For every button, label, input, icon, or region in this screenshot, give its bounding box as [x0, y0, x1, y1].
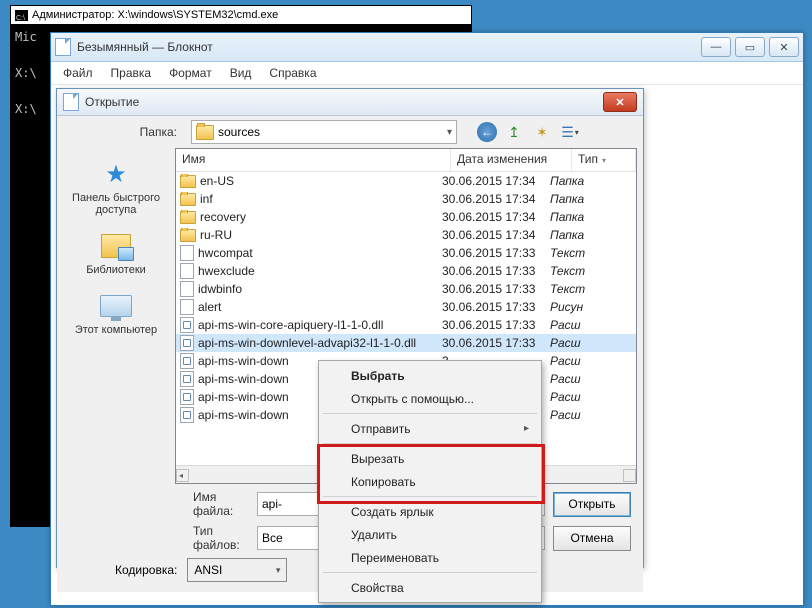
open-button[interactable]: Открыть — [553, 492, 631, 517]
notepad-menubar: Файл Правка Формат Вид Справка — [51, 62, 803, 85]
dialog-toolbar: Папка: sources ▾ ← ↥ ✶ ☰▾ — [57, 116, 643, 148]
file-row[interactable]: api-ms-win-core-apiquery-l1-1-0.dll30.06… — [176, 316, 636, 334]
ctx-send-to[interactable]: Отправить▸ — [321, 417, 539, 440]
place-libraries[interactable]: Библиотеки — [64, 226, 168, 282]
ctx-cut[interactable]: Вырезать — [321, 447, 539, 470]
chevron-down-icon: ▾ — [602, 156, 606, 165]
dll-icon — [180, 371, 194, 387]
ctx-copy[interactable]: Копировать — [321, 470, 539, 493]
folder-label: Папка: — [65, 125, 185, 139]
chevron-down-icon: ▾ — [447, 127, 452, 138]
ctx-create-shortcut[interactable]: Создать ярлык — [321, 500, 539, 523]
ctx-select[interactable]: Выбрать — [321, 364, 539, 387]
dialog-title-text: Открытие — [85, 95, 603, 109]
folder-icon — [180, 193, 196, 206]
folder-combo-value: sources — [218, 125, 260, 139]
new-folder-button[interactable]: ✶ — [531, 121, 553, 143]
context-menu: Выбрать Открыть с помощью... Отправить▸ … — [318, 360, 542, 603]
file-row[interactable]: hwcompat30.06.2015 17:33Текст — [176, 244, 636, 262]
dll-icon — [180, 335, 194, 351]
menu-edit[interactable]: Правка — [111, 66, 152, 80]
cmd-icon — [15, 10, 28, 21]
places-bar: ★ Панель быстрого доступа Библиотеки Это… — [57, 148, 175, 484]
dialog-close-button[interactable]: ✕ — [603, 92, 637, 112]
dll-icon — [180, 317, 194, 333]
ctx-delete[interactable]: Удалить — [321, 523, 539, 546]
cmd-titlebar: Администратор: X:\windows\SYSTEM32\cmd.e… — [11, 6, 471, 24]
view-mode-button[interactable]: ☰▾ — [559, 121, 581, 143]
chevron-right-icon: ▸ — [524, 423, 529, 434]
folder-icon — [180, 175, 196, 188]
filetype-label: Тип файлов: — [187, 524, 257, 552]
star-icon: ★ — [100, 160, 132, 188]
encoding-combo[interactable]: ANSI▾ — [187, 558, 287, 582]
libraries-icon — [100, 232, 132, 260]
menu-view[interactable]: Вид — [230, 66, 252, 80]
folder-icon — [180, 211, 196, 224]
computer-icon — [100, 292, 132, 320]
menu-help[interactable]: Справка — [269, 66, 316, 80]
file-row[interactable]: api-ms-win-downlevel-advapi32-l1-1-0.dll… — [176, 334, 636, 352]
close-button[interactable]: ✕ — [769, 37, 799, 57]
encoding-label: Кодировка: — [115, 563, 177, 577]
ctx-properties[interactable]: Свойства — [321, 576, 539, 599]
menu-format[interactable]: Формат — [169, 66, 212, 80]
chevron-down-icon: ▾ — [276, 565, 281, 576]
file-list-header[interactable]: Имя Дата изменения Тип▾ — [176, 149, 636, 172]
file-icon — [180, 281, 194, 297]
file-row[interactable]: alert30.06.2015 17:33Рисун — [176, 298, 636, 316]
file-row[interactable]: recovery30.06.2015 17:34Папка — [176, 208, 636, 226]
dll-icon — [180, 407, 194, 423]
dialog-titlebar[interactable]: Открытие ✕ — [57, 89, 643, 116]
ctx-open-with[interactable]: Открыть с помощью... — [321, 387, 539, 410]
folder-icon — [180, 229, 196, 242]
file-row[interactable]: en-US30.06.2015 17:34Папка — [176, 172, 636, 190]
dll-icon — [180, 389, 194, 405]
document-icon — [55, 38, 71, 56]
filename-label: Имя файла: — [187, 490, 257, 518]
file-icon — [180, 299, 194, 315]
folder-combo[interactable]: sources ▾ — [191, 120, 457, 144]
place-this-pc[interactable]: Этот компьютер — [64, 286, 168, 342]
file-row[interactable]: idwbinfo30.06.2015 17:33Текст — [176, 280, 636, 298]
dll-icon — [180, 353, 194, 369]
place-quick-access[interactable]: ★ Панель быстрого доступа — [64, 154, 168, 222]
file-icon — [180, 263, 194, 279]
maximize-button[interactable]: ▭ — [735, 37, 765, 57]
file-row[interactable]: hwexclude30.06.2015 17:33Текст — [176, 262, 636, 280]
folder-icon — [196, 125, 214, 140]
cmd-title-text: Администратор: X:\windows\SYSTEM32\cmd.e… — [32, 6, 278, 24]
file-row[interactable]: ru-RU30.06.2015 17:34Папка — [176, 226, 636, 244]
document-icon — [63, 93, 79, 111]
menu-file[interactable]: Файл — [63, 66, 93, 80]
ctx-rename[interactable]: Переименовать — [321, 546, 539, 569]
cancel-button[interactable]: Отмена — [553, 526, 631, 551]
back-button[interactable]: ← — [477, 122, 497, 142]
file-icon — [180, 245, 194, 261]
notepad-title-text: Безымянный — Блокнот — [77, 40, 701, 54]
up-folder-button[interactable]: ↥ — [503, 121, 525, 143]
file-row[interactable]: inf30.06.2015 17:34Папка — [176, 190, 636, 208]
minimize-button[interactable]: — — [701, 37, 731, 57]
notepad-titlebar[interactable]: Безымянный — Блокнот — ▭ ✕ — [51, 33, 803, 62]
